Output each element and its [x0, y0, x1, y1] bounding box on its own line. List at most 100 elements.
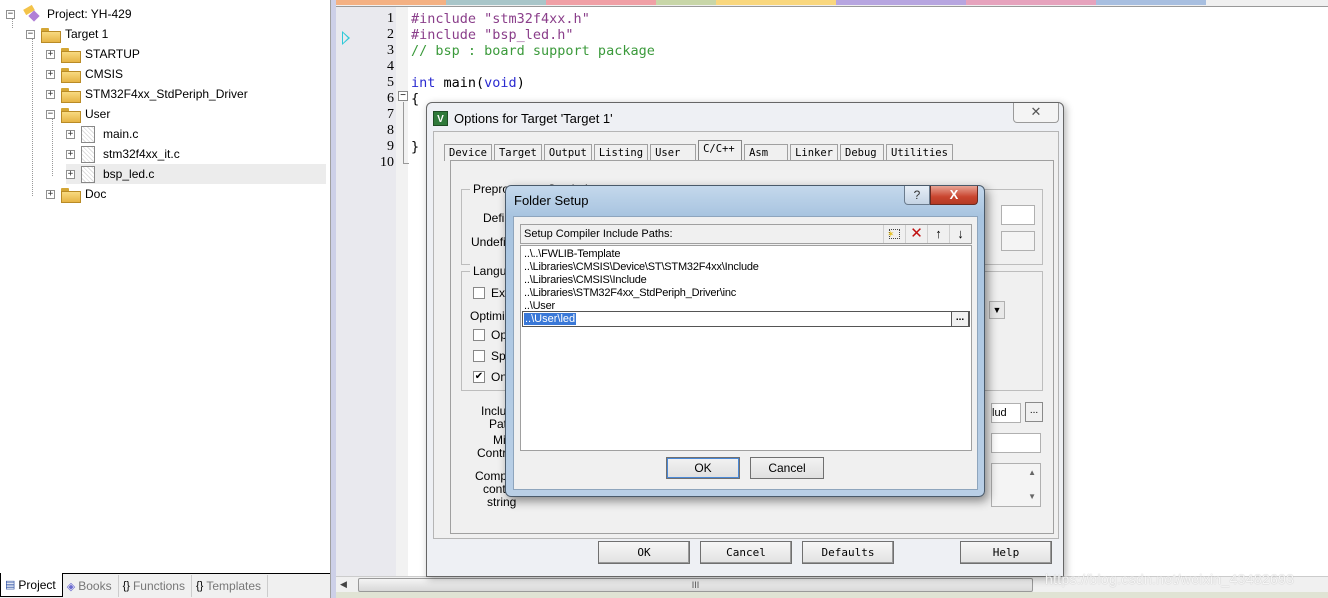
path-item[interactable]: ..\Libraries\STM32F4xx_StdPeriph_Driver\… [524, 287, 736, 300]
folder-ok-button[interactable]: OK [666, 457, 740, 479]
tab-listing[interactable]: Listing [593, 144, 649, 161]
path-item[interactable]: ..\Libraries\CMSIS\Device\ST\STM32F4xx\I… [524, 261, 759, 274]
code-line[interactable]: // bsp : board support package [411, 43, 655, 59]
tab-output[interactable]: Output [543, 144, 592, 161]
tree-group-user[interactable]: − User [46, 104, 110, 124]
one-checkbox[interactable]: ✔ [473, 371, 485, 383]
button-label: OK [637, 546, 651, 559]
expand-icon[interactable]: + [66, 149, 75, 159]
tree-item-target[interactable]: − Target 1 [26, 24, 108, 44]
editor-tab[interactable] [656, 0, 716, 5]
undefine-input[interactable] [1001, 231, 1035, 251]
templates-icon: {} [195, 580, 204, 592]
move-down-button[interactable]: ↓ [949, 225, 971, 243]
code-token: } [411, 139, 420, 155]
expand-icon[interactable]: + [46, 89, 55, 99]
options-help-button[interactable]: Help [960, 541, 1052, 564]
tab-project[interactable]: ▤ Project [0, 573, 63, 597]
dialog-title: Folder Setup [514, 193, 589, 208]
tab-asm[interactable]: Asm [744, 144, 789, 161]
path-edit-input[interactable]: ..\User\led ... [522, 311, 970, 327]
code-line[interactable]: #include "stm32f4xx.h" [411, 11, 655, 27]
tree-file-it[interactable]: + stm32f4xx_it.c [66, 144, 180, 164]
tab-debug[interactable]: Debug [840, 144, 885, 161]
fold-collapse-icon[interactable]: − [398, 91, 408, 101]
options-cancel-button[interactable]: Cancel [700, 541, 792, 564]
editor-tab[interactable] [836, 0, 966, 5]
expand-icon[interactable]: + [46, 189, 55, 199]
file-icon [81, 145, 95, 163]
tree-item-project[interactable]: − Project: YH-429 [6, 4, 132, 24]
include-paths-input[interactable]: lud [991, 403, 1021, 423]
tab-user[interactable]: User [650, 144, 697, 161]
target-folder-icon [41, 27, 61, 43]
help-button[interactable]: ? [904, 186, 930, 205]
tab-label: Books [78, 579, 112, 593]
code-line[interactable]: int main(void) [411, 75, 655, 91]
tab-functions[interactable]: {} Functions [119, 575, 192, 597]
optim-checkbox[interactable] [473, 329, 485, 341]
include-paths-list[interactable]: ..\..\FWLIB-Template ..\Libraries\CMSIS\… [520, 245, 972, 451]
browse-folder-button[interactable]: ... [951, 311, 969, 327]
line-number: 4 [387, 59, 394, 74]
split-checkbox[interactable] [473, 350, 485, 362]
tab-books[interactable]: ◈ Books [63, 575, 119, 597]
tree-group-stdperiph[interactable]: + STM32F4xx_StdPeriph_Driver [46, 84, 248, 104]
tab-templates[interactable]: {} Templates [192, 575, 269, 597]
tree-file-main[interactable]: + main.c [66, 124, 138, 144]
editor-tab[interactable] [716, 0, 836, 5]
folder-cancel-button[interactable]: Cancel [750, 457, 824, 479]
close-button[interactable]: X [930, 186, 978, 205]
scroll-left-icon[interactable]: ◀ [340, 579, 347, 590]
tree-group-startup[interactable]: + STARTUP [46, 44, 140, 64]
tab-cc[interactable]: C/C++ [698, 140, 743, 161]
editor-tab[interactable] [1096, 0, 1206, 5]
tab-utilities[interactable]: Utilities [886, 144, 953, 161]
collapse-icon[interactable]: − [46, 109, 55, 119]
folder-icon [61, 67, 81, 83]
editor-tab[interactable] [336, 0, 446, 5]
scrollbar-thumb[interactable]: III [358, 578, 1033, 592]
path-edit-value: ..\User\led [524, 313, 577, 325]
file-icon [81, 165, 95, 183]
include-paths-browse-button[interactable]: ... [1025, 402, 1043, 422]
move-up-button[interactable]: ↑ [927, 225, 949, 243]
tab-device[interactable]: Device [444, 144, 492, 161]
tab-linker[interactable]: Linker [790, 144, 839, 161]
tab-label: Templates [206, 579, 262, 593]
define-input[interactable] [1001, 205, 1035, 225]
compiler-control-label: string [487, 495, 517, 509]
line-number: 6 [387, 91, 394, 106]
code-line[interactable] [411, 59, 655, 75]
tab-target[interactable]: Target [493, 144, 542, 161]
optimization-dropdown-icon[interactable]: ▼ [989, 301, 1005, 319]
path-item[interactable]: ..\Libraries\CMSIS\Include [524, 274, 647, 287]
path-item[interactable]: ..\..\FWLIB-Template [524, 248, 620, 261]
editor-tab[interactable] [546, 0, 656, 5]
editor-tab[interactable] [446, 0, 546, 5]
delete-icon: ✕ [910, 225, 923, 242]
expand-icon[interactable]: + [46, 49, 55, 59]
collapse-icon[interactable]: − [6, 9, 15, 19]
line-number: 1 [387, 11, 394, 26]
expand-icon[interactable]: + [66, 129, 75, 139]
close-button[interactable]: ✕ [1013, 103, 1059, 123]
expand-icon[interactable]: + [46, 69, 55, 79]
new-folder-button[interactable]: ✶ [883, 225, 905, 243]
collapse-icon[interactable]: − [26, 29, 35, 39]
expand-icon[interactable]: + [66, 169, 75, 179]
options-ok-button[interactable]: OK [598, 541, 690, 564]
code-token: "stm32f4xx.h" [484, 11, 590, 27]
scroll-up-icon[interactable]: ▲ [1028, 468, 1036, 477]
options-defaults-button[interactable]: Defaults [802, 541, 894, 564]
delete-button[interactable]: ✕ [905, 225, 927, 243]
code-line[interactable]: #include "bsp_led.h" [411, 27, 655, 43]
editor-tab[interactable] [966, 0, 1096, 5]
tree-group-doc[interactable]: + Doc [46, 184, 106, 204]
misc-controls-input[interactable] [991, 433, 1041, 453]
tree-group-cmsis[interactable]: + CMSIS [46, 64, 123, 84]
exec-checkbox[interactable] [473, 287, 485, 299]
tree-file-bsp-led[interactable]: + bsp_led.c [66, 164, 326, 184]
fold-line [403, 163, 409, 164]
scroll-down-icon[interactable]: ▼ [1028, 492, 1036, 501]
